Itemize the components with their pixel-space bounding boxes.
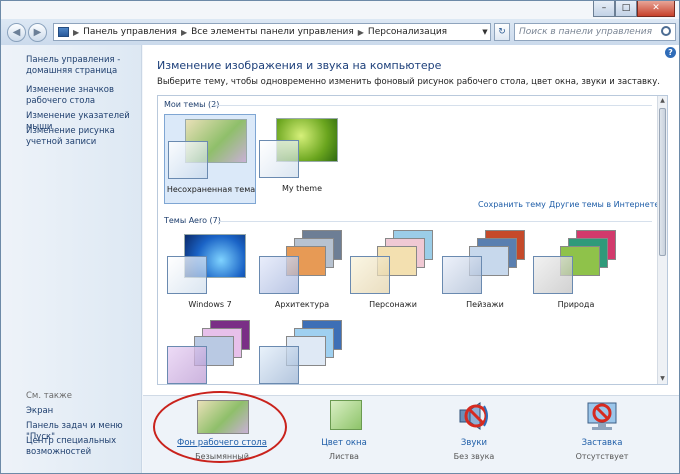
theme-label: Природа: [557, 300, 595, 309]
theme-aero-7[interactable]: [256, 320, 348, 384]
save-theme-link[interactable]: Сохранить тему: [478, 200, 546, 209]
breadcrumb-control-panel[interactable]: Панель управления: [83, 27, 177, 37]
theme-window-preview: [259, 256, 299, 294]
refresh-button[interactable]: ↻: [494, 23, 510, 41]
back-button[interactable]: ◀: [7, 23, 26, 42]
page-title: Изменение изображения и звука на компьют…: [157, 59, 442, 72]
sounds-subtitle: Без звука: [453, 452, 495, 461]
forward-button[interactable]: ▶: [28, 23, 47, 42]
theme-unsaved[interactable]: Несохраненная тема: [164, 114, 256, 204]
theme-window-preview: [533, 256, 573, 294]
page-description: Выберите тему, чтобы одновременно измени…: [157, 77, 660, 87]
theme-nature[interactable]: Природа: [530, 230, 622, 320]
theme-window-preview: [168, 141, 208, 179]
scroll-thumb[interactable]: [659, 108, 666, 256]
sounds-option[interactable]: Звуки Без звука: [419, 396, 529, 473]
group-divider: [218, 221, 652, 222]
theme-label: Пейзажи: [466, 300, 504, 309]
breadcrumb-all-items[interactable]: Все элементы панели управления: [191, 27, 354, 37]
bottom-options-bar: Фон рабочего стола Безымянный Цвет окна …: [143, 395, 679, 473]
screensaver-title[interactable]: Заставка: [547, 438, 657, 448]
theme-label: Несохраненная тема: [166, 185, 256, 194]
theme-window-preview: [259, 346, 299, 384]
scroll-up-icon[interactable]: ▲: [658, 96, 667, 106]
scroll-down-icon[interactable]: ▼: [658, 374, 667, 384]
chevron-right-icon[interactable]: ▶: [181, 28, 187, 37]
search-input[interactable]: Поиск в панели управления: [514, 23, 676, 41]
control-panel-icon: [58, 27, 69, 37]
link-desktop-icons[interactable]: Изменение значков рабочего стола: [26, 85, 138, 107]
link-ease-of-access[interactable]: Центр специальных возможностей: [26, 436, 138, 458]
see-also-heading: См. также: [26, 391, 72, 401]
sounds-title[interactable]: Звуки: [419, 438, 529, 448]
theme-window-preview: [167, 346, 207, 384]
close-button[interactable]: ✕: [637, 1, 675, 17]
link-account-picture[interactable]: Изменение рисунка учетной записи: [26, 126, 138, 148]
search-icon[interactable]: [661, 26, 671, 36]
desktop-background-option[interactable]: Фон рабочего стола Безымянный: [167, 396, 277, 473]
theme-gallery: Мои темы (2) Несохраненная тема My theme…: [157, 95, 668, 385]
theme-my-theme[interactable]: My theme: [256, 114, 348, 204]
window-color-subtitle: Листва: [329, 452, 359, 461]
theme-label: Windows 7: [188, 300, 232, 309]
theme-label: My theme: [281, 184, 323, 193]
theme-window-preview: [350, 256, 390, 294]
navigation-bar: ◀ ▶ ▶ Панель управления ▶ Все элементы п…: [1, 19, 679, 45]
window-color-title[interactable]: Цвет окна: [289, 438, 399, 448]
chevron-right-icon[interactable]: ▶: [358, 28, 364, 37]
screensaver-option[interactable]: Заставка Отсутствует: [547, 396, 657, 473]
address-bar[interactable]: ▶ Панель управления ▶ Все элементы панел…: [53, 23, 491, 41]
theme-label: Персонажи: [369, 300, 417, 309]
theme-windows7[interactable]: Windows 7: [164, 230, 256, 320]
sounds-icon: [454, 400, 494, 432]
address-dropdown-icon[interactable]: ▼: [479, 23, 491, 41]
theme-aero-6[interactable]: [164, 320, 256, 384]
theme-architecture[interactable]: Архитектура: [256, 230, 348, 320]
maximize-button[interactable]: □: [615, 1, 637, 17]
aero-themes-label: Темы Aero (7): [164, 216, 221, 225]
theme-characters[interactable]: Персонажи: [347, 230, 439, 320]
help-icon[interactable]: ?: [665, 47, 676, 58]
screensaver-icon: [582, 400, 622, 432]
left-pane: Панель управления - домашняя страница Из…: [1, 45, 142, 473]
theme-window-preview: [442, 256, 482, 294]
screensaver-subtitle: Отсутствует: [575, 452, 629, 461]
desktop-background-title[interactable]: Фон рабочего стола: [167, 438, 277, 448]
link-control-panel-home[interactable]: Панель управления - домашняя страница: [26, 55, 138, 77]
desktop-background-icon: [197, 400, 249, 434]
breadcrumb-personalization[interactable]: Персонализация: [368, 27, 447, 37]
chevron-right-icon[interactable]: ▶: [73, 28, 79, 37]
theme-window-preview: [259, 140, 299, 178]
gallery-scrollbar[interactable]: ▲ ▼: [657, 96, 667, 384]
desktop-background-subtitle: Безымянный: [195, 452, 249, 461]
window-color-icon: [330, 400, 362, 430]
theme-landscapes[interactable]: Пейзажи: [439, 230, 531, 320]
window-color-option[interactable]: Цвет окна Листва: [289, 396, 399, 473]
link-display[interactable]: Экран: [26, 406, 138, 417]
caption-buttons: – □ ✕: [593, 1, 675, 17]
search-placeholder: Поиск в панели управления: [519, 27, 652, 37]
minimize-button[interactable]: –: [593, 1, 615, 17]
group-divider: [212, 105, 652, 106]
theme-window-preview: [167, 256, 207, 294]
theme-label: Архитектура: [274, 300, 330, 309]
personalization-window: – □ ✕ ◀ ▶ ▶ Панель управления ▶ Все элем…: [0, 0, 680, 474]
online-themes-link[interactable]: Другие темы в Интернете: [549, 200, 659, 209]
